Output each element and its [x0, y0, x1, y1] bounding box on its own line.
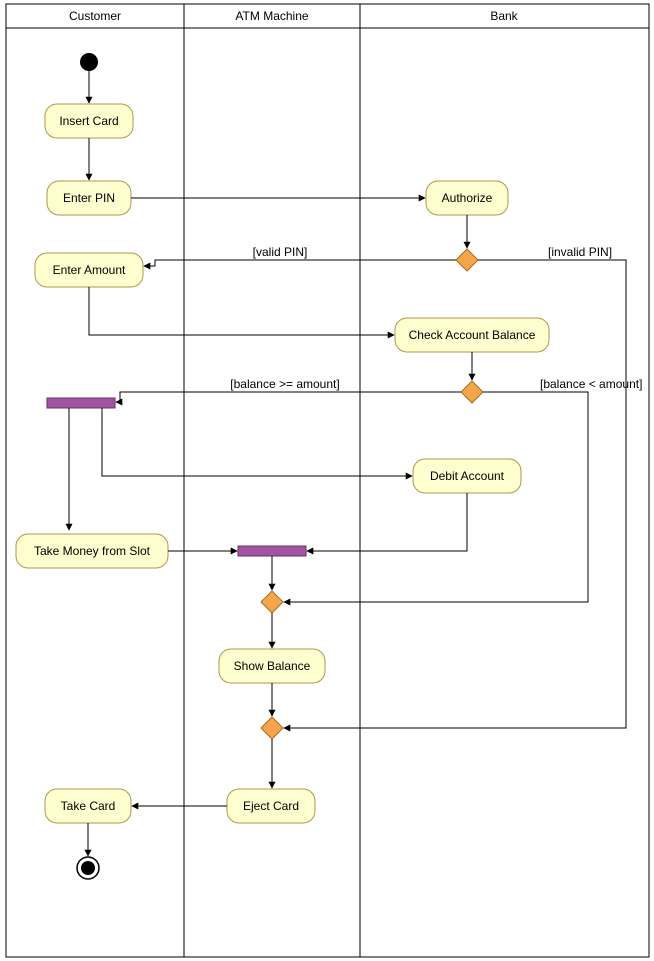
- merge-2: [261, 717, 283, 739]
- svg-text:Insert Card: Insert Card: [59, 114, 118, 128]
- svg-text:Enter Amount: Enter Amount: [53, 263, 126, 277]
- activity-debit-account: Debit Account: [413, 459, 521, 493]
- activity-take-card: Take Card: [45, 789, 131, 823]
- svg-text:Debit Account: Debit Account: [430, 469, 505, 483]
- activity-authorize: Authorize: [426, 181, 508, 215]
- svg-text:Check Account Balance: Check Account Balance: [409, 328, 536, 342]
- decision-balance: [461, 381, 483, 403]
- join-bar: [238, 546, 306, 556]
- initial-node: [80, 53, 98, 71]
- activity-take-money: Take Money from Slot: [16, 534, 168, 568]
- activity-insert-card: Insert Card: [45, 104, 133, 138]
- activity-diagram: Customer ATM Machine Bank Insert Card En…: [0, 0, 654, 961]
- final-node: [77, 857, 99, 879]
- svg-text:Authorize: Authorize: [442, 191, 493, 205]
- svg-text:Take Money from Slot: Take Money from Slot: [34, 544, 151, 558]
- swimlane-header-bank: Bank: [490, 9, 518, 23]
- edges: [69, 71, 626, 856]
- activity-check-balance: Check Account Balance: [395, 318, 549, 352]
- svg-text:Show Balance: Show Balance: [234, 659, 311, 673]
- svg-text:Enter PIN: Enter PIN: [63, 191, 115, 205]
- activity-enter-pin: Enter PIN: [47, 181, 131, 215]
- guard-balance-ge: [balance >= amount]: [230, 377, 339, 391]
- guard-valid-pin: [valid PIN]: [253, 245, 308, 259]
- activity-show-balance: Show Balance: [219, 649, 325, 683]
- svg-text:Eject Card: Eject Card: [243, 799, 299, 813]
- guard-invalid-pin: [invalid PIN]: [548, 245, 612, 259]
- activity-eject-card: Eject Card: [227, 789, 315, 823]
- swimlane-header-customer: Customer: [69, 9, 121, 23]
- svg-text:Take Card: Take Card: [61, 799, 116, 813]
- merge-1: [261, 591, 283, 613]
- guard-balance-lt: [balance < amount]: [540, 377, 642, 391]
- fork-bar: [47, 398, 115, 408]
- activity-enter-amount: Enter Amount: [35, 253, 143, 287]
- swimlane-header-atm: ATM Machine: [235, 9, 308, 23]
- decision-pin: [456, 249, 478, 271]
